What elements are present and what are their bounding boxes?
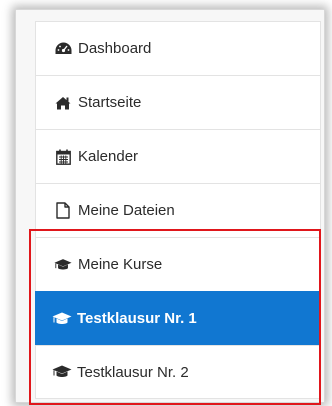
graduation-cap-icon xyxy=(54,256,72,274)
graduation-cap-icon xyxy=(52,363,72,381)
graduation-cap-icon xyxy=(52,310,72,328)
sidebar-nav: Dashboard Startseite Kalender Meine Date… xyxy=(35,21,321,399)
nav-item-label: Testklausur Nr. 1 xyxy=(77,310,197,327)
nav-item-label: Startseite xyxy=(78,94,142,111)
nav-item-meine-dateien[interactable]: Meine Dateien xyxy=(35,183,321,237)
nav-item-testklausur-1[interactable]: Testklausur Nr. 1 xyxy=(35,291,321,345)
screenshot-stage: Dashboard Startseite Kalender Meine Date… xyxy=(0,0,332,406)
calendar-icon xyxy=(54,148,72,166)
nav-item-label: Meine Dateien xyxy=(78,202,175,219)
nav-item-label: Kalender xyxy=(78,148,139,165)
nav-item-testklausur-2[interactable]: Testklausur Nr. 2 xyxy=(35,345,321,399)
nav-item-dashboard[interactable]: Dashboard xyxy=(35,21,321,75)
file-icon xyxy=(54,202,72,220)
home-icon xyxy=(54,94,72,112)
nav-item-label: Meine Kurse xyxy=(78,256,163,273)
nav-item-meine-kurse[interactable]: Meine Kurse xyxy=(35,237,321,291)
nav-item-startseite[interactable]: Startseite xyxy=(35,75,321,129)
nav-item-kalender[interactable]: Kalender xyxy=(35,129,321,183)
dashboard-icon xyxy=(54,40,72,58)
nav-item-label: Dashboard xyxy=(78,40,152,57)
nav-item-label: Testklausur Nr. 2 xyxy=(77,363,189,381)
